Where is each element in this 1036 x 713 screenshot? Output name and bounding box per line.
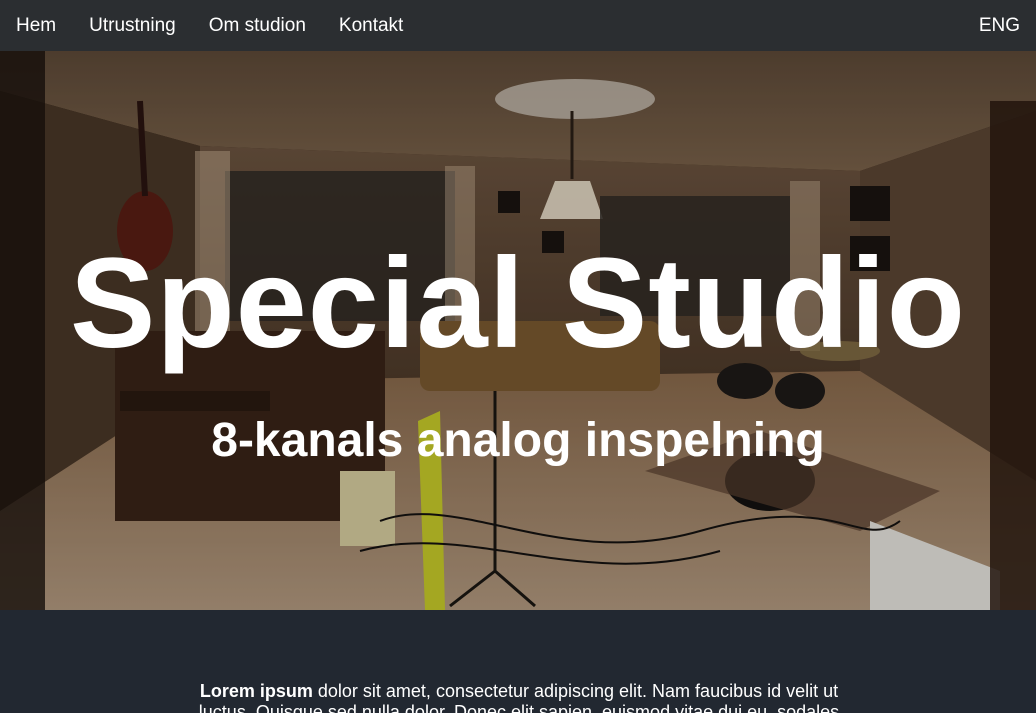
nav-item-utrustning[interactable]: Utrustning: [89, 0, 176, 51]
intro-text-line2: luctus. Quisque sed nulla dolor. Donec e…: [198, 702, 840, 713]
hero-title: Special Studio: [70, 232, 966, 375]
intro-text-line1: dolor sit amet, consectetur adipiscing e…: [312, 681, 839, 701]
nav-item-om-studion[interactable]: Om studion: [209, 0, 306, 51]
nav-item-kontakt[interactable]: Kontakt: [339, 0, 403, 51]
nav-item-hem[interactable]: Hem: [16, 0, 56, 51]
intro-paragraph: Lorem ipsum dolor sit amet, consectetur …: [158, 681, 880, 713]
top-navigation: Hem Utrustning Om studion Kontakt ENG: [0, 0, 1036, 51]
language-switch-link[interactable]: ENG: [979, 0, 1020, 51]
hero-banner: Special Studio 8-kanals analog inspelnin…: [0, 51, 1036, 610]
main-content: Lorem ipsum dolor sit amet, consectetur …: [0, 610, 1036, 713]
intro-bold-lead: Lorem ipsum: [199, 681, 313, 701]
hero-subtitle: 8-kanals analog inspelning: [211, 414, 825, 467]
